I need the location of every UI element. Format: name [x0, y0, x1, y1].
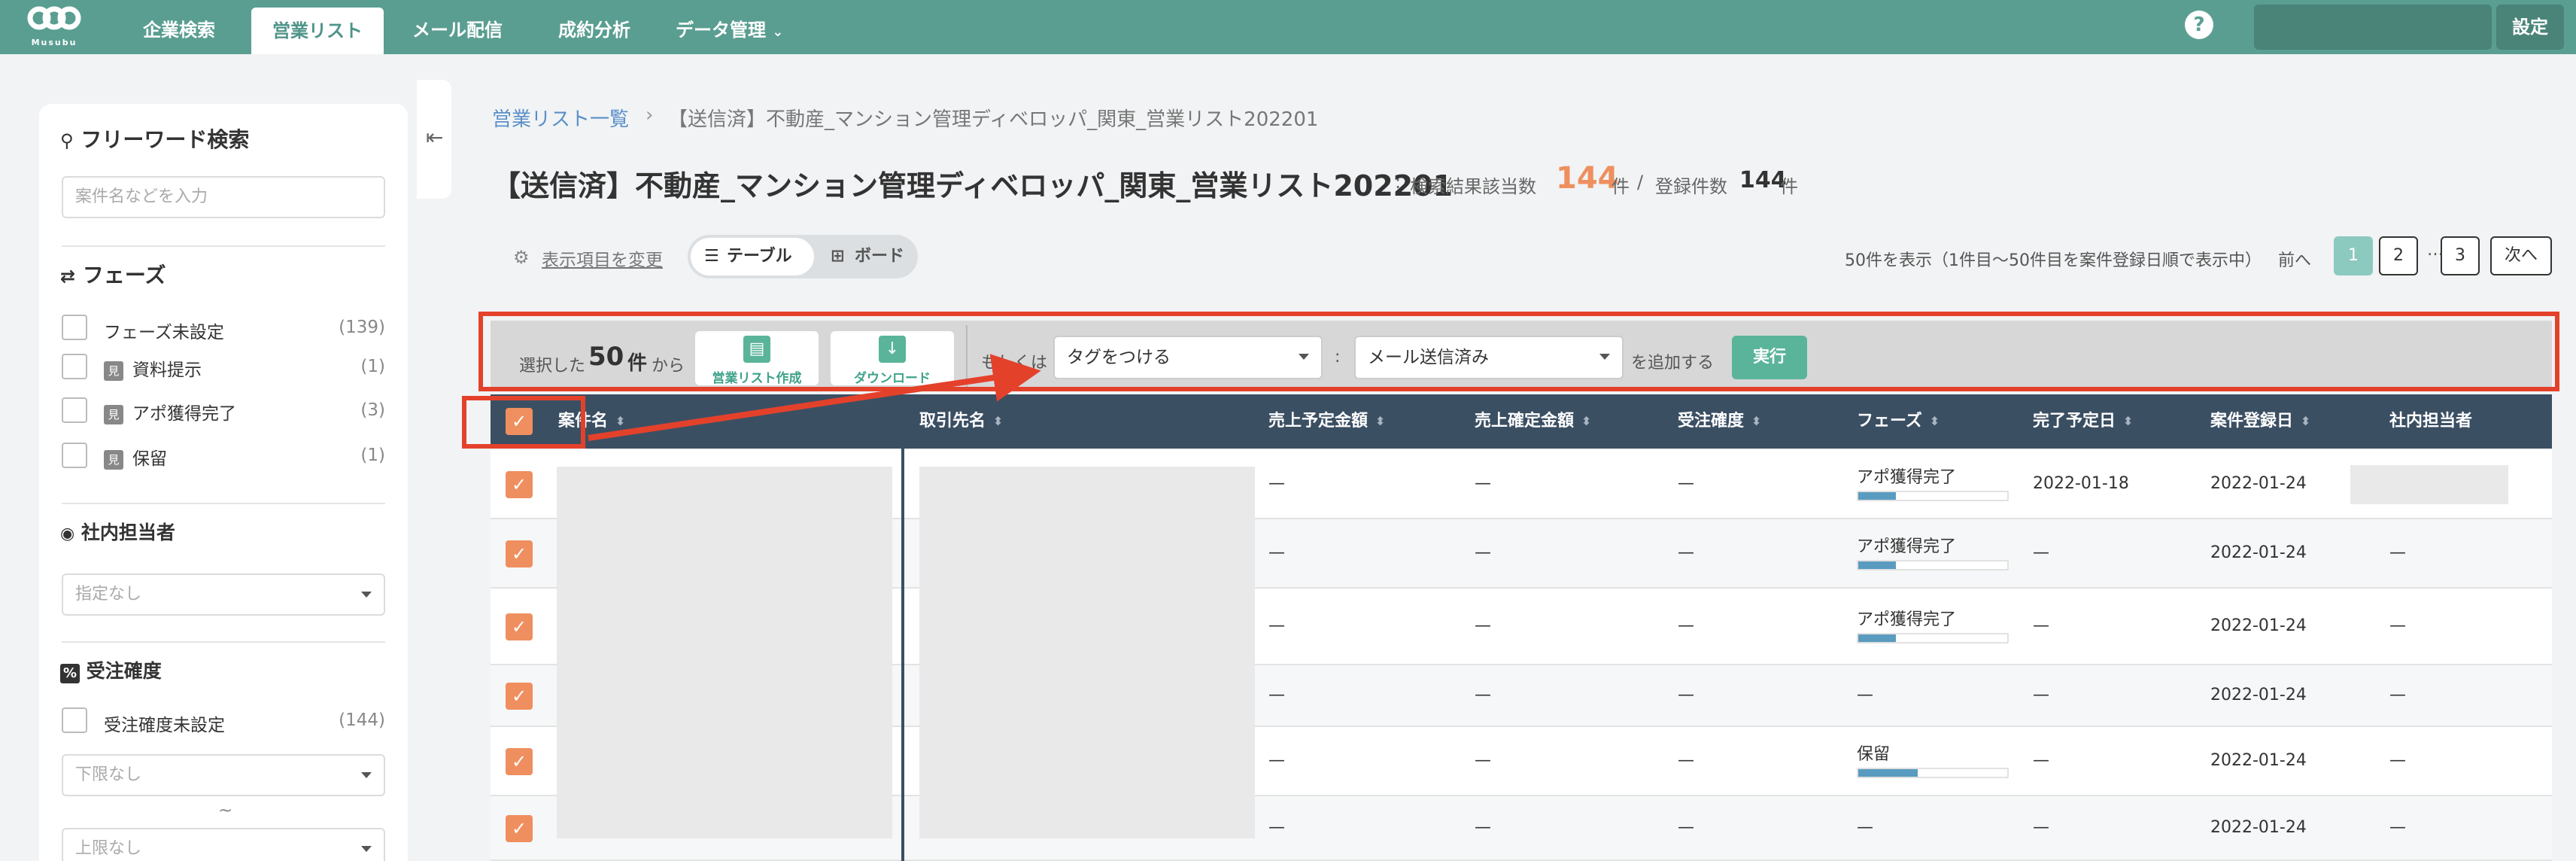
annotation-arrow: [588, 354, 1041, 441]
